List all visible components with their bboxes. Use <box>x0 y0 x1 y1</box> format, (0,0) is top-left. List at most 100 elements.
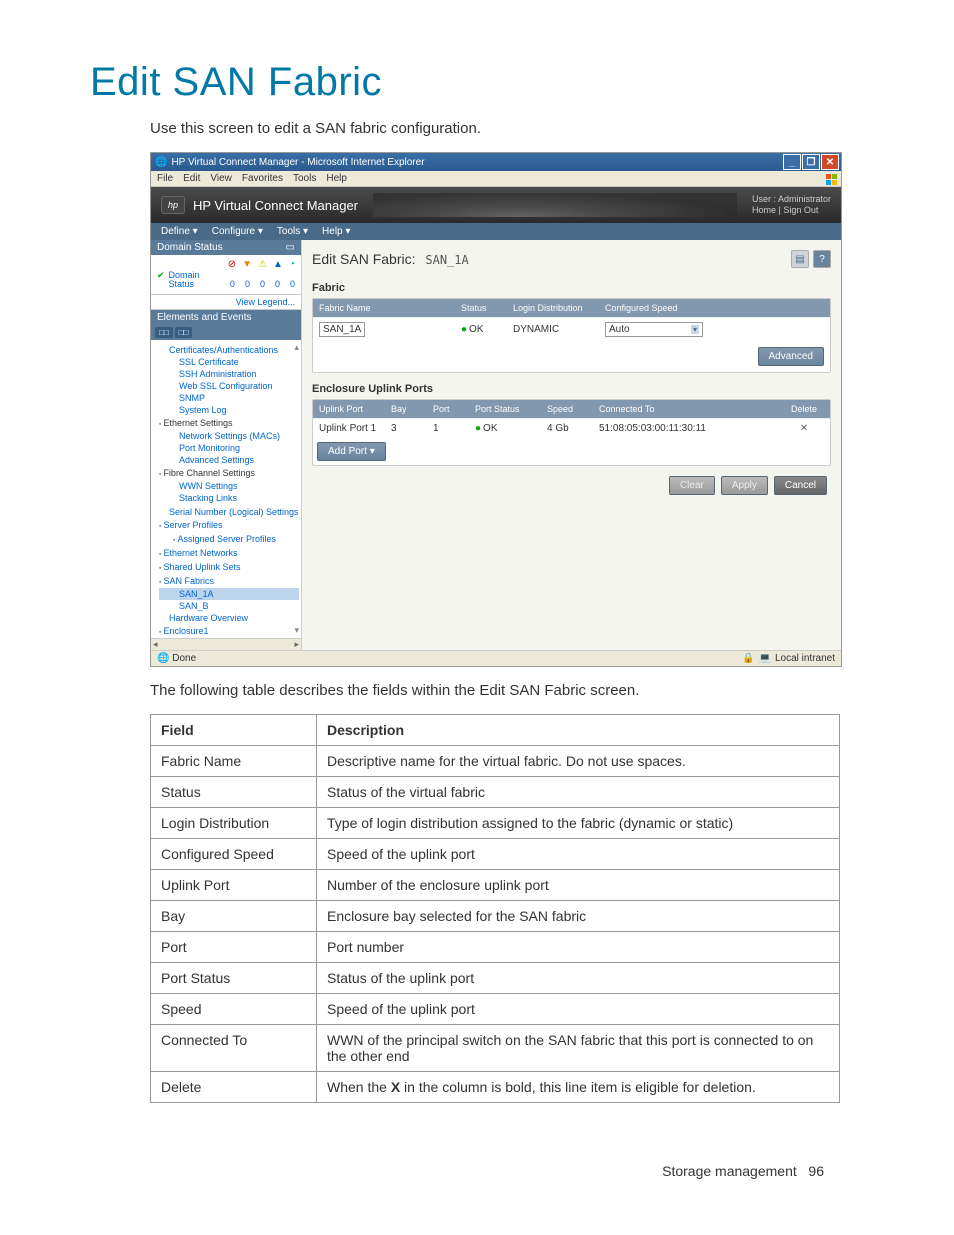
minimize-button[interactable]: _ <box>783 154 801 170</box>
tab-icon-1[interactable]: □□ <box>155 327 173 338</box>
cell-desc: Status of the uplink port <box>317 963 840 994</box>
tree-item[interactable]: Stacking Links <box>159 492 299 504</box>
tree-item[interactable]: Certificates/Authentications <box>159 344 299 356</box>
maximize-button[interactable]: ❐ <box>802 154 820 170</box>
tree-item[interactable]: Network Settings (MACs) <box>159 430 299 442</box>
tree-item[interactable]: Shared Uplink Sets <box>159 560 299 574</box>
menu-app-tools[interactable]: Tools ▾ <box>277 226 308 237</box>
uplink-bay: 3 <box>385 419 427 438</box>
intro-text: Use this screen to edit a SAN fabric con… <box>150 120 894 137</box>
horizontal-scrollbar[interactable]: ◂▸ <box>151 638 301 650</box>
cell-desc: Number of the enclosure uplink port <box>317 870 840 901</box>
header-links[interactable]: Home | Sign Out <box>752 205 831 216</box>
tree-item[interactable]: SSH Administration <box>159 368 299 380</box>
apply-button[interactable]: Apply <box>721 476 768 495</box>
scroll-up-icon[interactable]: ▴ <box>294 342 299 353</box>
lock-icon: 🔒 <box>742 653 754 664</box>
cell-desc: WWN of the principal switch on the SAN f… <box>317 1025 840 1072</box>
tree-item[interactable]: Web SSL Configuration <box>159 380 299 392</box>
app-header: hp HP Virtual Connect Manager User : Adm… <box>151 187 841 223</box>
help-icon[interactable]: ? <box>813 250 831 268</box>
configured-speed-select[interactable]: Auto▾ <box>605 322 703 337</box>
menu-app-help[interactable]: Help ▾ <box>322 226 350 237</box>
header-decoration <box>373 193 737 217</box>
user-label: User : Administrator <box>752 194 831 205</box>
tree-item[interactable]: Port Monitoring <box>159 442 299 454</box>
table-row: Login DistributionType of login distribu… <box>151 808 840 839</box>
warning-icon: ⚠ <box>258 259 267 270</box>
uplink-status: OK <box>483 423 497 434</box>
tab-icon-2[interactable]: □□ <box>175 327 193 338</box>
cell-field: Uplink Port <box>151 870 317 901</box>
scroll-down-icon[interactable]: ▾ <box>294 625 299 636</box>
th-description: Description <box>317 715 840 746</box>
status-ok-icon: ● <box>475 423 481 434</box>
menu-view[interactable]: View <box>210 173 232 184</box>
tree-item[interactable]: SAN_B <box>159 600 299 612</box>
delete-icon[interactable]: ✕ <box>778 419 830 438</box>
collapse-icon[interactable]: ▭ <box>286 242 295 253</box>
tree-item[interactable]: SSL Certificate <box>159 356 299 368</box>
window-title: HP Virtual Connect Manager - Microsoft I… <box>171 157 424 168</box>
tree-item[interactable]: Advanced Settings <box>159 454 299 466</box>
table-row: BayEnclosure bay selected for the SAN fa… <box>151 901 840 932</box>
tree-item-selected[interactable]: SAN_1A <box>159 588 299 600</box>
menu-define[interactable]: Define ▾ <box>161 226 198 237</box>
uplink-section-label: Enclosure Uplink Ports <box>312 383 831 395</box>
uplink-port: 1 <box>427 419 469 438</box>
col-port: Port <box>427 400 469 418</box>
cell-field: Speed <box>151 994 317 1025</box>
cell-desc: Speed of the uplink port <box>317 994 840 1025</box>
view-legend-link[interactable]: View Legend... <box>151 295 301 310</box>
table-row: PortPort number <box>151 932 840 963</box>
menu-help[interactable]: Help <box>326 173 347 184</box>
tree-item[interactable]: Enclosure1 <box>159 624 299 638</box>
tree-item[interactable]: Assigned Server Profiles <box>159 532 299 546</box>
th-field: Field <box>151 715 317 746</box>
status-summary: ⊘ ▼ ⚠ ▲ ◔ ✔ Domain ✔ Status 0 0 0 <box>151 255 301 295</box>
info-icon: ▲ <box>273 259 283 270</box>
clear-button[interactable]: Clear <box>669 476 715 495</box>
tree-item[interactable]: Hardware Overview <box>159 612 299 624</box>
tree-item[interactable]: Ethernet Networks <box>159 546 299 560</box>
col-uplink-port: Uplink Port <box>313 400 385 418</box>
count-3: 0 <box>275 279 280 290</box>
menu-edit[interactable]: Edit <box>183 173 200 184</box>
login-distribution-value: DYNAMIC <box>507 320 599 339</box>
cell-desc: When the X in the column is bold, this l… <box>317 1072 840 1103</box>
cell-field: Port <box>151 932 317 963</box>
tree-item[interactable]: SAN Fabrics <box>159 574 299 588</box>
page-heading: Edit SAN Fabric <box>90 60 894 105</box>
print-icon[interactable]: ▤ <box>791 250 809 268</box>
footer-section: Storage management <box>662 1163 797 1179</box>
table-row: DeleteWhen the X in the column is bold, … <box>151 1072 840 1103</box>
tree-header[interactable]: Fibre Channel Settings <box>159 466 299 480</box>
browser-menubar: File Edit View Favorites Tools Help <box>151 171 841 187</box>
menu-configure[interactable]: Configure ▾ <box>212 226 263 237</box>
cell-field: Delete <box>151 1072 317 1103</box>
tree-item[interactable]: WWN Settings <box>159 480 299 492</box>
tree-header[interactable]: Ethernet Settings <box>159 416 299 430</box>
elements-events-header: Elements and Events <box>151 310 301 325</box>
table-row: Configured SpeedSpeed of the uplink port <box>151 839 840 870</box>
fabric-status: OK <box>469 324 483 335</box>
menu-file[interactable]: File <box>157 173 173 184</box>
advanced-button[interactable]: Advanced <box>758 347 824 366</box>
hp-logo-icon: hp <box>161 196 185 214</box>
col-fabric-name: Fabric Name <box>313 299 455 317</box>
nav-tree: ▴ Certificates/Authentications SSL Certi… <box>151 340 301 638</box>
tree-item[interactable]: Server Profiles <box>159 518 299 532</box>
menu-tools[interactable]: Tools <box>293 173 316 184</box>
fabric-name-input[interactable]: SAN_1A <box>319 322 365 337</box>
count-2: 0 <box>260 279 265 290</box>
tree-item[interactable]: Serial Number (Logical) Settings <box>159 506 299 518</box>
col-bay: Bay <box>385 400 427 418</box>
error-icon: ⊘ <box>228 259 236 270</box>
menu-favorites[interactable]: Favorites <box>242 173 283 184</box>
cancel-button[interactable]: Cancel <box>774 476 827 495</box>
close-button[interactable]: ✕ <box>821 154 839 170</box>
tree-item[interactable]: System Log <box>159 404 299 416</box>
add-port-button[interactable]: Add Port ▾ <box>317 442 386 461</box>
tree-item[interactable]: SNMP <box>159 392 299 404</box>
content-title-name: SAN_1A <box>425 253 468 267</box>
